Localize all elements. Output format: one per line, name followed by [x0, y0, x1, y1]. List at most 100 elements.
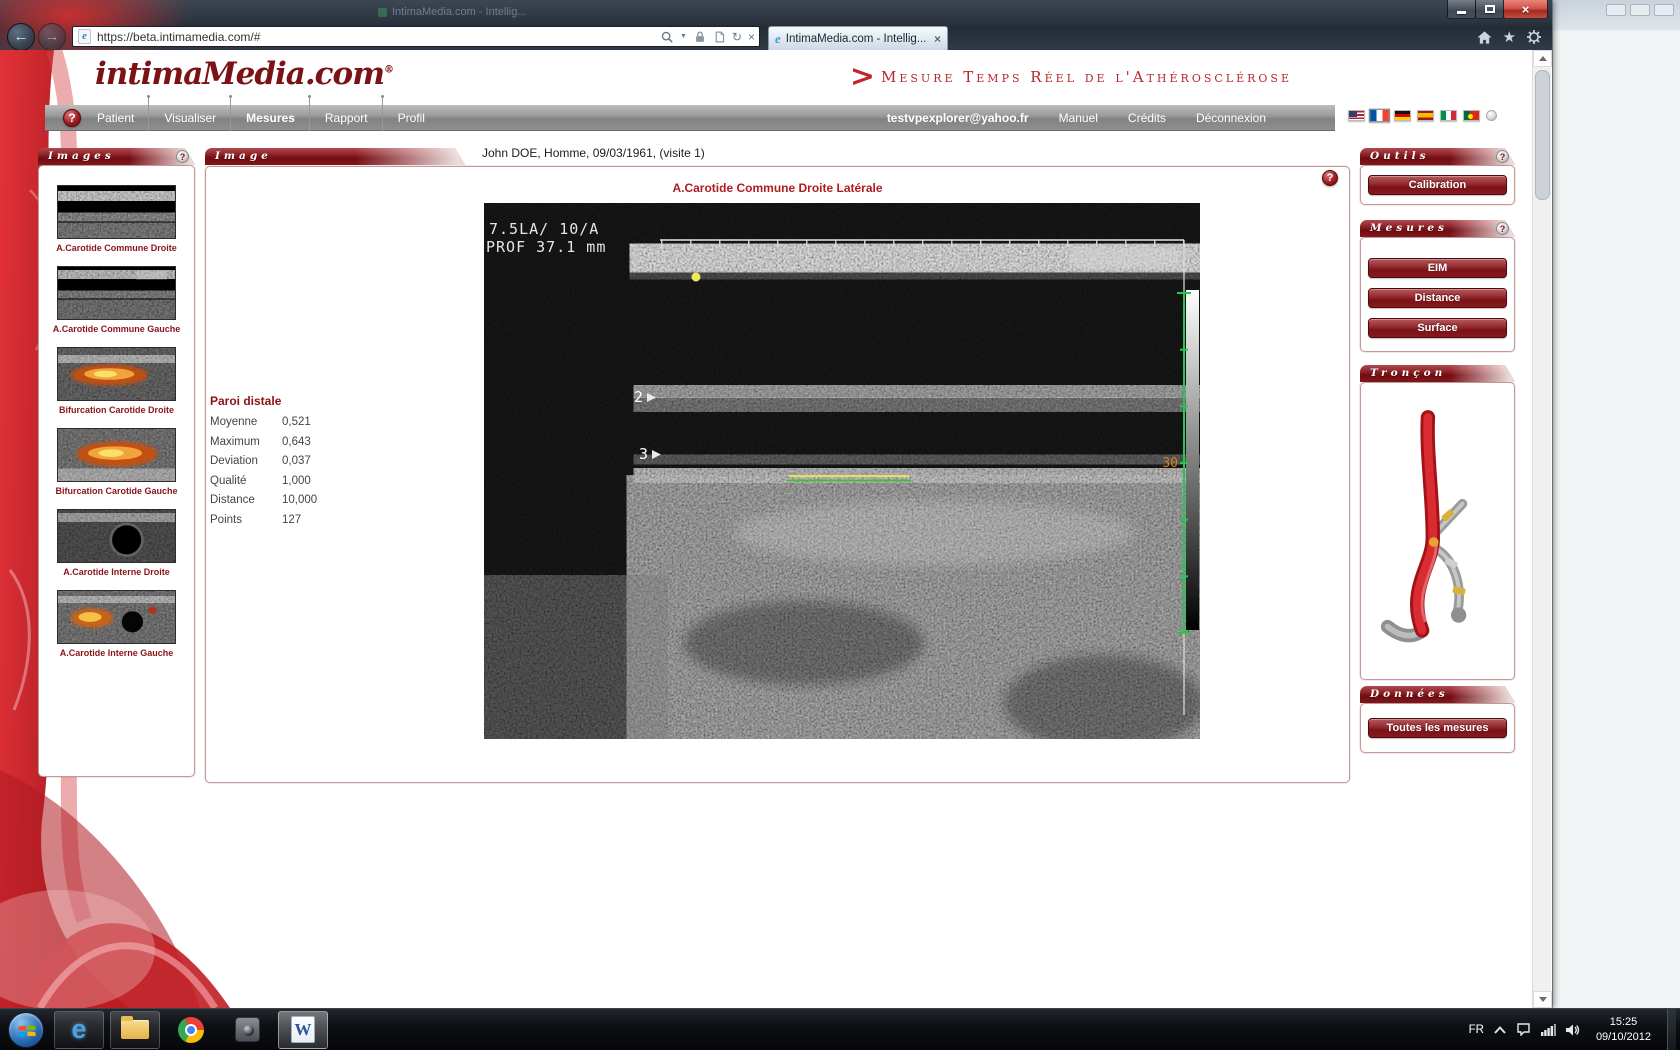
thumbnail-bifurcation-droite[interactable]: Bifurcation Carotide Droite	[47, 347, 187, 415]
stat-row-qualite: Qualité 1,000	[210, 475, 340, 487]
language-indicator[interactable]: FR	[1469, 1024, 1484, 1036]
flag-de-icon[interactable]	[1394, 110, 1411, 121]
user-email[interactable]: testvpexplorer@yahoo.fr	[887, 111, 1029, 125]
address-bar[interactable]: e https://beta.intimamedia.com/# ▼	[72, 26, 760, 47]
flag-es-icon[interactable]	[1417, 110, 1434, 121]
action-center-icon[interactable]	[1516, 1023, 1531, 1036]
clock[interactable]: 15:25 09/10/2012	[1590, 1015, 1657, 1045]
stats-title: Paroi distale	[210, 394, 340, 408]
page-favicon-icon: e	[78, 29, 91, 44]
taskbar-explorer-icon[interactable]	[110, 1011, 160, 1049]
depth-scale-label: 30	[1162, 456, 1178, 471]
carotid-segment-diagram[interactable]	[1378, 395, 1498, 670]
maximize-button[interactable]	[1475, 0, 1504, 19]
tray-expand-icon[interactable]	[1494, 1026, 1506, 1034]
nav-help-icon[interactable]: ?	[63, 109, 81, 127]
background-window[interactable]	[1552, 0, 1680, 1008]
tray-date: 09/10/2012	[1596, 1030, 1651, 1045]
images-panel: A.Carotide Commune Droite A.Carotide Com…	[38, 165, 195, 777]
system-tray: FR 15:25 09/10/2012	[1469, 1009, 1680, 1050]
tools-help-icon[interactable]: ?	[1496, 150, 1509, 163]
nav-link-manuel[interactable]: Manuel	[1059, 111, 1098, 125]
close-button[interactable]: ×	[1503, 0, 1548, 19]
scroll-up-icon[interactable]	[1533, 50, 1552, 67]
network-icon[interactable]	[1541, 1024, 1556, 1036]
thumbnail-image	[57, 590, 176, 644]
tab-close-icon[interactable]: ×	[934, 32, 941, 46]
nav-item-patient[interactable]: Patient	[97, 111, 134, 125]
site-slogan: > Mesure Temps Réel de l'Athérosclérose	[850, 62, 1292, 92]
measures-panel-header: Mesures ?	[1360, 220, 1515, 237]
forward-button[interactable]: →	[38, 23, 66, 50]
eim-button[interactable]: EIM	[1368, 258, 1507, 278]
home-icon[interactable]	[1476, 30, 1493, 45]
search-icon[interactable]	[660, 30, 674, 44]
grayscale-bar	[1186, 290, 1199, 630]
taskbar: e W FR	[0, 1008, 1680, 1050]
thumbnail-carotide-commune-droite[interactable]: A.Carotide Commune Droite	[47, 185, 187, 253]
browser-chrome: IntimaMedia.com - Intellig... × ← → e ht…	[0, 0, 1552, 50]
web-page: intimaMedia.com® > Mesure Temps Réel de …	[0, 50, 1532, 1008]
compatibility-view-icon[interactable]	[713, 30, 726, 44]
window-favicon	[378, 8, 387, 17]
start-button[interactable]	[8, 1012, 44, 1048]
back-button[interactable]: ←	[7, 23, 35, 50]
taskbar-chrome-icon[interactable]	[166, 1011, 216, 1049]
thumbnail-carotide-interne-gauche[interactable]: A.Carotide Interne Gauche	[47, 590, 187, 658]
surface-button[interactable]: Surface	[1368, 318, 1507, 338]
scrollbar-thumb[interactable]	[1535, 70, 1550, 200]
nav-link-credits[interactable]: Crédits	[1128, 111, 1166, 125]
flag-pt-icon[interactable]	[1463, 110, 1480, 121]
stat-row-distance: Distance 10,000	[210, 494, 340, 506]
thumbnail-carotide-commune-gauche[interactable]: A.Carotide Commune Gauche	[47, 266, 187, 334]
calibration-button[interactable]: Calibration	[1368, 175, 1507, 195]
slogan-chevron-icon: >	[850, 62, 875, 92]
browser-tab[interactable]: e IntimaMedia.com - Intellig... ×	[768, 26, 948, 50]
volume-icon[interactable]	[1566, 1024, 1580, 1036]
nav-item-visualiser[interactable]: Visualiser	[164, 111, 216, 125]
refresh-icon[interactable]: ↻	[732, 31, 742, 43]
stop-icon[interactable]: ×	[748, 31, 755, 43]
url-text[interactable]: https://beta.intimamedia.com/#	[97, 30, 660, 44]
tab-favicon-icon: e	[775, 31, 781, 47]
desktop: IntimaMedia.com - Intellig... × ← → e ht…	[0, 0, 1680, 1050]
thumbnail-image	[57, 347, 176, 401]
flag-fr-icon[interactable]	[1369, 109, 1390, 123]
flag-us-icon[interactable]	[1348, 110, 1365, 121]
nav-item-mesures[interactable]: Mesures	[246, 111, 295, 125]
nav-item-profil[interactable]: Profil	[398, 111, 425, 125]
favorites-icon[interactable]: ★	[1503, 30, 1516, 45]
image-help-icon[interactable]: ?	[1322, 170, 1338, 186]
images-panel-header: Images ?	[38, 148, 195, 165]
scroll-down-icon[interactable]	[1533, 991, 1552, 1008]
stat-row-points: Points 127	[210, 514, 340, 526]
ultrasound-image[interactable]: 30 7.5LA/ 10/A PROF 37.1 mm 2 3	[484, 203, 1200, 739]
taskbar-ie-icon[interactable]: e	[54, 1011, 104, 1049]
flag-it-icon[interactable]	[1440, 110, 1457, 121]
nav-link-deconnexion[interactable]: Déconnexion	[1196, 111, 1266, 125]
settings-gear-icon[interactable]	[1526, 29, 1542, 45]
thumbnail-image	[57, 266, 176, 320]
show-desktop-button[interactable]	[1667, 1009, 1676, 1050]
minimize-button[interactable]	[1447, 0, 1476, 19]
language-other-icon[interactable]	[1486, 110, 1497, 121]
tray-time: 15:25	[1596, 1015, 1651, 1030]
stat-row-maximum: Maximum 0,643	[210, 436, 340, 448]
bg-maximize-icon	[1630, 4, 1650, 16]
thumbnail-bifurcation-gauche[interactable]: Bifurcation Carotide Gauche	[47, 428, 187, 496]
lock-icon	[693, 30, 707, 44]
address-dropdown-icon[interactable]: ▼	[680, 33, 687, 40]
all-measures-button[interactable]: Toutes les mesures	[1368, 718, 1507, 738]
nav-item-rapport[interactable]: Rapport	[325, 111, 368, 125]
thumbnail-carotide-interne-droite[interactable]: A.Carotide Interne Droite	[47, 509, 187, 577]
measures-help-icon[interactable]: ?	[1496, 222, 1509, 235]
vertical-scrollbar[interactable]	[1532, 50, 1551, 1008]
stat-row-deviation: Deviation 0,037	[210, 455, 340, 467]
seed-point-marker[interactable]	[692, 273, 701, 282]
site-logo[interactable]: intimaMedia.com®	[95, 56, 394, 92]
taskbar-word-icon[interactable]: W	[278, 1011, 328, 1049]
distance-button[interactable]: Distance	[1368, 288, 1507, 308]
taskbar-app-icon[interactable]	[222, 1011, 272, 1049]
registered-mark: ®	[384, 65, 394, 76]
images-help-icon[interactable]: ?	[176, 150, 189, 163]
